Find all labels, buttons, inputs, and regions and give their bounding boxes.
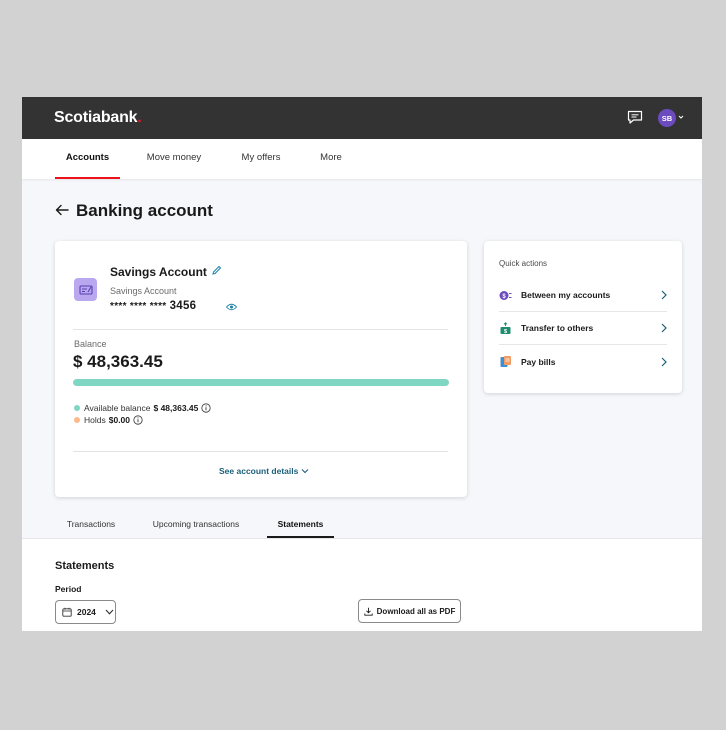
tab-transactions[interactable]: Transactions (60, 513, 122, 538)
available-balance-label: Available balance (84, 403, 151, 413)
available-balance-value: $ 48,363.45 (153, 403, 199, 413)
send-money-icon: $ (500, 321, 511, 335)
period-value: 2024 (77, 607, 96, 617)
download-icon (364, 607, 373, 616)
available-dot (74, 405, 80, 411)
pencil-edit-icon[interactable] (211, 265, 222, 276)
app-window: Scotiabank. SB Accounts Move money My of… (22, 97, 702, 631)
top-bar: Scotiabank. SB (22, 97, 702, 139)
account-card: Savings Account Savings Account **** ***… (55, 241, 467, 497)
quick-action-between-accounts[interactable]: $ Between my accounts (499, 279, 667, 312)
quick-action-transfer-to-others[interactable]: $ Transfer to others (499, 312, 667, 345)
period-label: Period (55, 584, 82, 594)
nav-tab-accounts[interactable]: Accounts (55, 139, 120, 179)
quick-action-pay-bills[interactable]: Pay bills (499, 345, 667, 378)
svg-text:$: $ (504, 329, 507, 335)
chevron-down-icon (301, 469, 309, 474)
chevron-down-icon[interactable] (678, 114, 684, 120)
account-name: Savings Account (110, 265, 207, 279)
scotiabank-logo[interactable]: Scotiabank. (54, 109, 142, 127)
chat-bubble-icon[interactable] (627, 110, 643, 124)
see-account-details-label: See account details (219, 466, 299, 476)
tab-statements[interactable]: Statements (267, 513, 334, 538)
back-arrow-icon[interactable] (55, 204, 69, 216)
holds-row: Holds $0.00 (74, 415, 143, 425)
savings-account-icon (74, 278, 97, 301)
user-avatar[interactable]: SB (658, 109, 676, 127)
quick-action-label: Transfer to others (521, 323, 594, 333)
nav-tab-my-offers[interactable]: My offers (235, 139, 287, 179)
chevron-right-icon (661, 290, 667, 300)
divider (73, 329, 448, 330)
quick-action-label: Between my accounts (521, 290, 611, 300)
account-number: **** **** **** 3456 (110, 300, 197, 312)
info-icon[interactable] (133, 415, 143, 425)
balance-bar (73, 379, 449, 386)
balance-amount: $ 48,363.45 (73, 352, 163, 371)
tab-upcoming-transactions[interactable]: Upcoming transactions (149, 513, 243, 538)
chevron-right-icon (661, 323, 667, 333)
account-tabs: Transactions Upcoming transactions State… (22, 513, 702, 539)
info-icon[interactable] (201, 403, 211, 413)
chevron-right-icon (661, 357, 667, 366)
period-select[interactable]: 2024 (55, 600, 116, 624)
nav-tab-more[interactable]: More (314, 139, 348, 179)
quick-action-label: Pay bills (521, 356, 556, 367)
holds-dot (74, 417, 80, 423)
see-account-details-link[interactable]: See account details (219, 466, 309, 476)
account-type: Savings Account (110, 286, 177, 296)
eye-icon[interactable] (226, 303, 237, 311)
holds-label: Holds (84, 415, 106, 425)
available-balance-row: Available balance $ 48,363.45 (74, 403, 211, 413)
balance-label: Balance (74, 339, 107, 349)
nav-tab-move-money[interactable]: Move money (140, 139, 208, 179)
holds-value: $0.00 (108, 415, 131, 425)
bill-icon (500, 356, 511, 367)
main-nav: Accounts Move money My offers More (22, 139, 702, 179)
chevron-down-icon (105, 609, 114, 615)
download-label: Download all as PDF (376, 606, 456, 616)
transfer-accounts-icon: $ (499, 290, 512, 300)
calendar-icon (62, 607, 72, 617)
quick-actions-card: Quick actions $ Between my accounts $ Tr… (484, 241, 682, 393)
available-balance-fill (73, 379, 449, 386)
statements-section: Statements Period 2024 Download all as P… (22, 539, 702, 631)
download-all-pdf-button[interactable]: Download all as PDF (358, 599, 461, 623)
page-title: Banking account (76, 201, 213, 220)
divider (73, 451, 448, 452)
quick-actions-title: Quick actions (499, 259, 548, 268)
statements-title: Statements (55, 560, 115, 572)
